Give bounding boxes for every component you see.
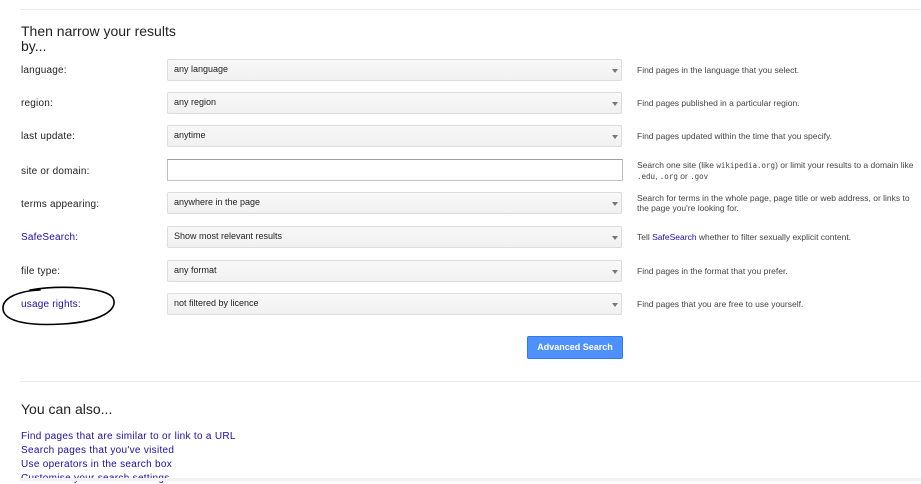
file-type-select[interactable]: any format [167, 260, 622, 282]
chevron-down-icon [612, 135, 618, 139]
file-type-row: file type: any format Find pages in the … [0, 260, 921, 284]
chevron-down-icon [612, 303, 618, 307]
terms-appearing-value: anywhere in the page [174, 197, 261, 207]
chevron-down-icon [612, 202, 618, 206]
file-type-help: Find pages in the format that you prefer… [637, 266, 788, 276]
usage-rights-row: usage rights: not filtered by licence Fi… [0, 293, 921, 317]
region-value: any region [174, 97, 217, 107]
help-code: wikipedia.org [716, 161, 776, 170]
region-label: region: [21, 98, 53, 109]
terms-appearing-row: terms appearing: anywhere in the page Se… [0, 192, 921, 216]
annotation-circle [2, 286, 115, 326]
site-domain-help: Search one site (like wikipedia.org) or … [637, 160, 921, 182]
operators-link[interactable]: Use operators in the search box [21, 459, 172, 470]
safesearch-row: SafeSearch: Show most relevant results T… [0, 226, 921, 250]
help-code: .edu [637, 172, 656, 181]
safesearch-select[interactable]: Show most relevant results [167, 226, 622, 248]
last-update-select[interactable]: anytime [167, 125, 622, 147]
site-domain-label: site or domain: [21, 166, 90, 177]
terms-appearing-label: terms appearing: [21, 199, 100, 210]
chevron-down-icon [612, 270, 618, 274]
region-select[interactable]: any region [167, 92, 622, 114]
chevron-down-icon [612, 102, 618, 106]
terms-appearing-select[interactable]: anywhere in the page [167, 192, 622, 214]
last-update-label: last update: [21, 131, 76, 142]
file-type-label: file type: [21, 266, 61, 277]
terms-appearing-help: Search for terms in the whole page, page… [637, 193, 910, 213]
last-update-value: anytime [174, 130, 206, 140]
section-heading: Then narrow your results by... [21, 23, 176, 54]
usage-rights-value: not filtered by licence [174, 298, 259, 308]
visited-pages-link[interactable]: Search pages that you've visited [21, 445, 174, 456]
last-update-help: Find pages updated within the time that … [637, 131, 832, 141]
safesearch-label-link[interactable]: SafeSearch: [21, 232, 78, 243]
language-select[interactable]: any language [167, 59, 622, 81]
safesearch-help-link[interactable]: SafeSearch [652, 232, 696, 242]
last-update-row: last update: anytime Find pages updated … [0, 125, 921, 149]
section-divider [20, 381, 921, 382]
usage-rights-select[interactable]: not filtered by licence [167, 293, 622, 315]
similar-pages-link[interactable]: Find pages that are similar to or link t… [21, 431, 236, 442]
help-text: ) or limit your results to a domain like [775, 160, 914, 170]
chevron-down-icon [612, 236, 618, 240]
language-row: language: any language Find pages in the… [0, 59, 921, 83]
safesearch-help: Tell SafeSearch whether to filter sexual… [637, 232, 921, 242]
safesearch-value: Show most relevant results [174, 231, 283, 241]
help-text: Tell [637, 232, 653, 242]
help-code: .org [659, 172, 678, 181]
advanced-search-button[interactable]: Advanced Search [527, 336, 623, 359]
help-text: Search one site (like [637, 160, 717, 170]
usage-rights-help: Find pages that you are free to use your… [637, 299, 804, 309]
top-divider [20, 9, 921, 10]
site-domain-row: site or domain: Search one site (like wi… [0, 159, 921, 183]
region-help: Find pages published in a particular reg… [637, 98, 800, 108]
chevron-down-icon [612, 69, 618, 73]
site-domain-input[interactable] [167, 159, 623, 181]
language-label: language: [21, 65, 67, 76]
help-text: whether to filter sexually explicit cont… [696, 232, 852, 242]
help-text: or [677, 171, 691, 181]
file-type-value: any format [174, 265, 217, 275]
language-help: Find pages in the language that you sele… [637, 65, 800, 75]
language-value: any language [174, 64, 229, 74]
help-code: .gov [690, 172, 709, 181]
also-heading: You can also... [21, 401, 113, 417]
region-row: region: any region Find pages published … [0, 92, 921, 116]
